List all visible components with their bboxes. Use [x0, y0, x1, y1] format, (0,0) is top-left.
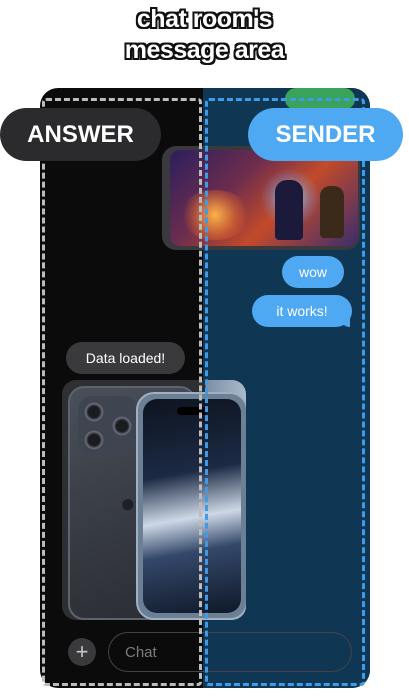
camera-lens [112, 416, 132, 436]
iphone-front-image [136, 392, 246, 620]
received-image-bubble[interactable]: ● [62, 380, 246, 620]
game-art-image [170, 150, 358, 246]
iphone-screen [143, 399, 241, 613]
received-message-bubble[interactable]: Data loaded! [66, 342, 185, 374]
sent-message-bubble[interactable]: it works! [252, 295, 352, 327]
camera-lens [84, 402, 104, 422]
art-character [275, 180, 303, 240]
diagram-title: chat room's message area [0, 4, 409, 66]
sender-label: SENDER [248, 108, 403, 161]
composer-bar: + [40, 628, 370, 680]
sent-message-bubble[interactable]: wow [282, 256, 344, 288]
answer-label: ANSWER [0, 108, 161, 161]
dynamic-island [177, 407, 207, 415]
camera-lens [84, 430, 104, 450]
camera-bump [78, 396, 138, 456]
chat-input[interactable] [108, 632, 352, 672]
sent-image-bubble[interactable] [162, 146, 360, 250]
title-line-1: chat room's [136, 5, 273, 33]
stage: chat room's message area wow it works! D… [0, 0, 409, 700]
status-pill [285, 88, 355, 110]
plus-icon[interactable]: + [68, 638, 96, 666]
art-glow-orange [180, 190, 250, 240]
art-character [320, 186, 344, 238]
title-line-2: message area [124, 36, 285, 64]
